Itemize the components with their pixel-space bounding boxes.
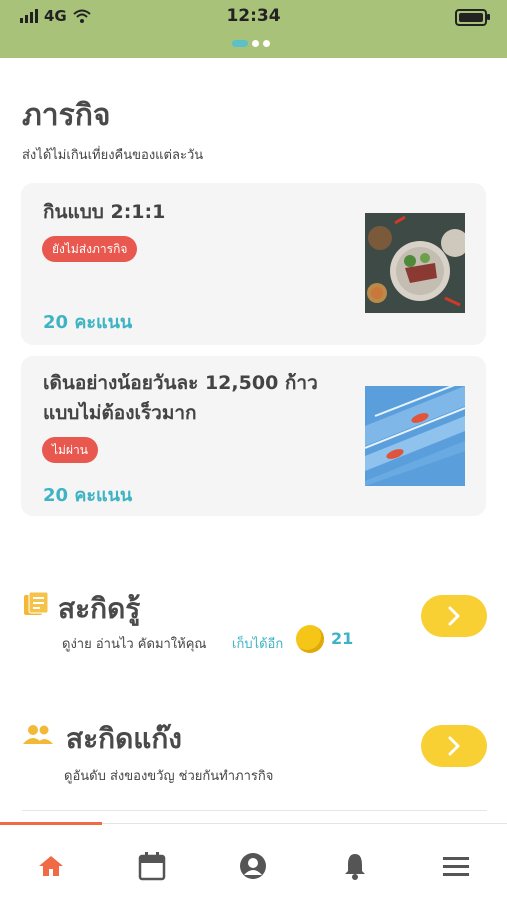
menu-icon (443, 857, 469, 876)
status-bar: 4G 12:34 (0, 0, 507, 58)
walking-image (365, 386, 465, 486)
section-subtitle-knowledge: ดูง่าย อ่านไว คัดมาให้คุณ (62, 637, 207, 652)
page-title: ภารกิจ (22, 98, 111, 133)
page-indicator (232, 40, 270, 47)
food-image (365, 213, 465, 313)
page-dot (263, 40, 270, 47)
status-badge: ยังไม่ส่งภารกิจ (42, 236, 138, 262)
tab-home[interactable] (31, 846, 71, 886)
tab-bar (0, 822, 507, 901)
calendar-icon (138, 852, 166, 881)
coin-count: 21 (331, 629, 354, 648)
section-title-gang: สะกิดแก๊ง (66, 722, 182, 755)
mission-title: กินแบบ 2:1:1 (43, 201, 166, 223)
home-icon (39, 856, 63, 876)
page-dot-active (232, 40, 248, 47)
tab-profile[interactable] (233, 846, 273, 886)
section-subtitle-gang: ดูอันดับ ส่งของขวัญ ช่วยกันทำภารกิจ (64, 769, 274, 784)
divider (22, 810, 487, 811)
chevron-right-icon (448, 606, 460, 626)
mission-card[interactable]: กินแบบ 2:1:1 ยังไม่ส่งภารกิจ 20 คะแนน (21, 183, 486, 345)
book-icon (24, 591, 49, 615)
profile-icon (240, 853, 266, 879)
chevron-right-icon (448, 736, 460, 756)
tab-menu[interactable] (436, 846, 476, 886)
page-dot (252, 40, 259, 47)
mission-title: เดินอย่างน้อยวันละ 12,500 ก้าว แบบไม่ต้อ… (43, 368, 318, 428)
knowledge-next-button[interactable] (421, 595, 487, 637)
mission-card[interactable]: เดินอย่างน้อยวันละ 12,500 ก้าว แบบไม่ต้อ… (21, 356, 486, 516)
mission-points: 20 คะแนน (43, 312, 133, 333)
battery-icon (455, 9, 490, 26)
status-badge: ไม่ผ่าน (42, 437, 98, 463)
section-title-knowledge: สะกิดรู้ (58, 592, 141, 625)
remaining-label: เก็บได้อีก (232, 637, 284, 652)
gang-next-button[interactable] (421, 725, 487, 767)
mission-points: 20 คะแนน (43, 485, 133, 506)
mission-title-line: แบบไม่ต้องเร็วมาก (43, 402, 197, 424)
coin-icon (296, 625, 324, 653)
active-tab-indicator (0, 822, 102, 825)
page-subtitle: ส่งได้ไม่เกินเที่ยงคืนของแต่ละวัน (22, 148, 204, 163)
group-icon (23, 725, 53, 744)
clock: 12:34 (226, 6, 281, 26)
tab-notifications[interactable] (335, 846, 375, 886)
mission-title-line: เดินอย่างน้อยวันละ 12,500 ก้าว (43, 372, 318, 394)
bell-icon (345, 854, 365, 880)
tab-calendar[interactable] (132, 846, 172, 886)
